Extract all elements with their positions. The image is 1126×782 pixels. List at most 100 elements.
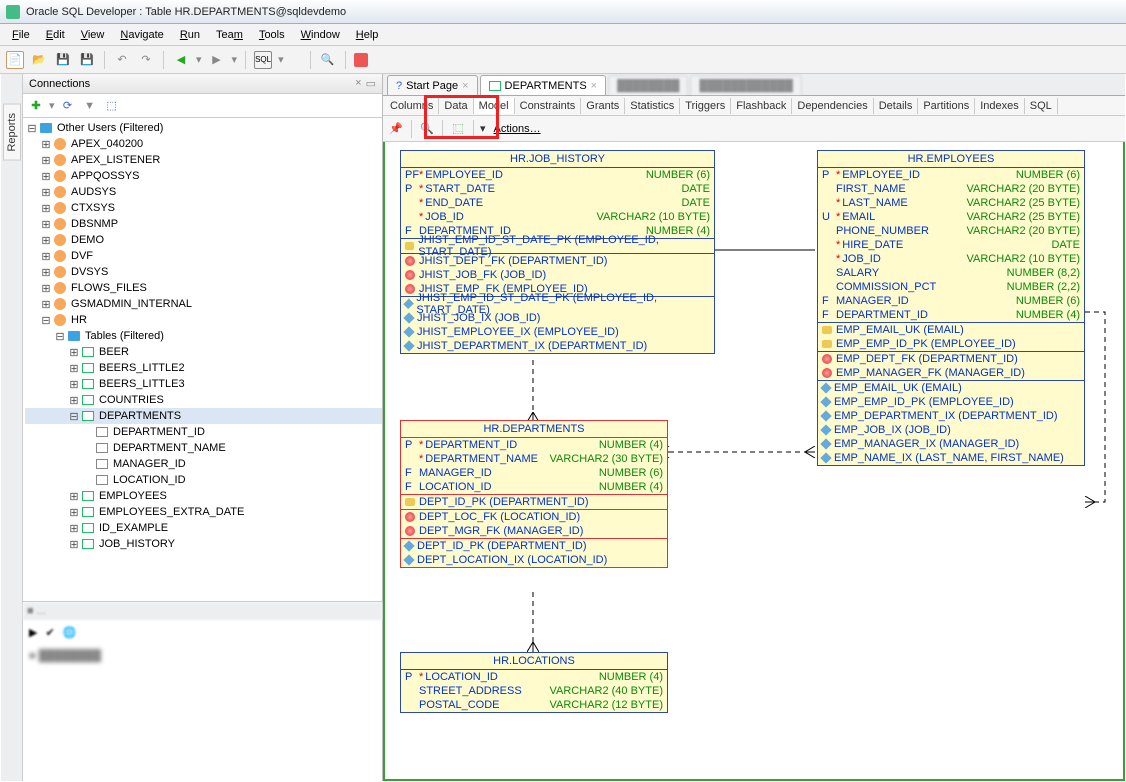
tree-item[interactable]: ⊞BEERS_LITTLE2 <box>25 360 382 376</box>
tree-item[interactable]: ⊟Other Users (Filtered) <box>25 120 382 136</box>
sub-tab-columns[interactable]: Columns <box>385 98 439 114</box>
tree-item[interactable]: ⊞CTXSYS <box>25 200 382 216</box>
tree-item[interactable]: ⊞EMPLOYEES <box>25 488 382 504</box>
sub-tab-flashback[interactable]: Flashback <box>731 98 792 114</box>
redo-icon[interactable]: ↷ <box>137 51 155 69</box>
entity-key: DEPT_ID_PK (DEPARTMENT_ID) <box>401 495 667 509</box>
refresh-icon[interactable]: ⟳ <box>59 97 77 115</box>
folder-icon <box>40 123 52 133</box>
back-icon[interactable]: ◀ <box>172 51 190 69</box>
tree-item[interactable]: ⊞ID_EXAMPLE <box>25 520 382 536</box>
tree-item[interactable]: ⊞APEX_040200 <box>25 136 382 152</box>
save-icon[interactable]: 💾 <box>54 51 72 69</box>
connections-tree[interactable]: ⊟Other Users (Filtered)⊞APEX_040200⊞APEX… <box>23 118 382 601</box>
zoom-icon[interactable]: 🔍 <box>418 120 436 138</box>
forward-icon[interactable]: ▶ <box>208 51 226 69</box>
fk-icon <box>822 354 832 364</box>
tree-item[interactable]: ⊞DBSNMP <box>25 216 382 232</box>
diamond-icon <box>820 438 831 449</box>
close-icon[interactable]: × <box>462 80 468 92</box>
undo-icon[interactable]: ↶ <box>113 51 131 69</box>
filter-icon[interactable]: ▼ <box>81 97 99 115</box>
tree-item[interactable]: DEPARTMENT_NAME <box>25 440 382 456</box>
tree-item[interactable]: ⊞GSMADMIN_INTERNAL <box>25 296 382 312</box>
sub-tab-indexes[interactable]: Indexes <box>975 98 1025 114</box>
table-icon <box>82 507 94 517</box>
tree-item[interactable]: ⊞AUDSYS <box>25 184 382 200</box>
menu-run[interactable]: Run <box>174 27 206 43</box>
tree-item[interactable]: ⊟HR <box>25 312 382 328</box>
fk-icon <box>405 526 415 536</box>
menu-file[interactable]: File <box>6 27 36 43</box>
table-icon <box>82 379 94 389</box>
entity-job-history[interactable]: HR.JOB_HISTORYPF*EMPLOYEE_IDNUMBER (6)P*… <box>400 150 715 354</box>
saveall-icon[interactable]: 💾 <box>78 51 96 69</box>
tree-item[interactable]: ⊞APEX_LISTENER <box>25 152 382 168</box>
menu-window[interactable]: Window <box>295 27 346 43</box>
sub-tab-statistics[interactable]: Statistics <box>625 98 680 114</box>
sub-tab-sql[interactable]: SQL <box>1025 98 1058 114</box>
close-icon[interactable]: × <box>591 80 597 92</box>
entity-locations[interactable]: HR.LOCATIONSP*LOCATION_IDNUMBER (4)STREE… <box>400 652 668 713</box>
stop-icon[interactable] <box>354 53 368 67</box>
tab-start-page[interactable]: ? Start Page × <box>387 75 478 95</box>
tree-item[interactable]: ⊞DEMO <box>25 232 382 248</box>
entity-departments[interactable]: HR.DEPARTMENTSP*DEPARTMENT_IDNUMBER (4)*… <box>400 420 668 568</box>
sub-tab-model[interactable]: Model <box>474 98 515 114</box>
sub-tab-dependencies[interactable]: Dependencies <box>792 98 873 114</box>
find-icon[interactable]: 🔍 <box>319 51 337 69</box>
sub-tab-triggers[interactable]: Triggers <box>680 98 731 114</box>
entity-column: *LAST_NAMEVARCHAR2 (25 BYTE) <box>818 196 1084 210</box>
side-tab-reports[interactable]: Reports <box>3 104 21 161</box>
tab-ghost-1[interactable]: ████████ <box>608 75 688 95</box>
actions-menu[interactable]: Actions… <box>490 123 545 135</box>
sql-icon[interactable]: SQL <box>254 51 272 69</box>
tree-item[interactable]: ⊞BEER <box>25 344 382 360</box>
tree-item[interactable]: ⊞BEERS_LITTLE3 <box>25 376 382 392</box>
tree-item[interactable]: ⊞FLOWS_FILES <box>25 280 382 296</box>
collapse-icon[interactable]: ⬚ <box>103 97 121 115</box>
menu-navigate[interactable]: Navigate <box>114 27 169 43</box>
tree-item[interactable]: ⊞EMPLOYEES_EXTRA_DATE <box>25 504 382 520</box>
column-icon <box>96 459 108 469</box>
panel-minimize-icon[interactable]: × <box>355 77 361 90</box>
sub-tab-constraints[interactable]: Constraints <box>515 98 582 114</box>
new-connection-icon[interactable]: ✚ <box>27 97 45 115</box>
menu-view[interactable]: View <box>75 27 111 43</box>
tab-departments[interactable]: DEPARTMENTS × <box>480 75 607 95</box>
tree-item[interactable]: ⊟Tables (Filtered) <box>25 328 382 344</box>
entity-column: *JOB_IDVARCHAR2 (10 BYTE) <box>818 252 1084 266</box>
entity-column: FMANAGER_IDNUMBER (6) <box>818 294 1084 308</box>
table-icon <box>82 395 94 405</box>
entity-title: HR.LOCATIONS <box>401 653 667 670</box>
sub-tab-data[interactable]: Data <box>439 98 473 114</box>
entity-fk: EMP_MANAGER_FK (MANAGER_ID) <box>818 366 1084 380</box>
tree-item[interactable]: ⊞DVSYS <box>25 264 382 280</box>
menu-tools[interactable]: Tools <box>253 27 291 43</box>
menu-help[interactable]: Help <box>350 27 385 43</box>
er-diagram-canvas[interactable]: HR.JOB_HISTORYPF*EMPLOYEE_IDNUMBER (6)P*… <box>383 142 1125 781</box>
table-icon <box>82 539 94 549</box>
open-icon[interactable]: 📂 <box>30 51 48 69</box>
tree-item[interactable]: ⊞JOB_HISTORY <box>25 536 382 552</box>
tree-item[interactable]: ⊞DVF <box>25 248 382 264</box>
sub-tab-details[interactable]: Details <box>874 98 919 114</box>
panel-dock-icon[interactable]: ▭ <box>366 77 376 90</box>
tab-ghost-2[interactable]: ████████████ <box>690 75 802 95</box>
entity-employees[interactable]: HR.EMPLOYEESP*EMPLOYEE_IDNUMBER (6)FIRST… <box>817 150 1085 466</box>
column-icon <box>96 427 108 437</box>
sub-tab-grants[interactable]: Grants <box>581 98 625 114</box>
menu-team[interactable]: Team <box>210 27 249 43</box>
dropdown-icon[interactable]: ▾ <box>480 122 486 135</box>
menu-edit[interactable]: Edit <box>40 27 71 43</box>
sub-tab-partitions[interactable]: Partitions <box>918 98 975 114</box>
model-icon[interactable]: ⿺ <box>449 120 467 138</box>
tree-item[interactable]: ⊞COUNTRIES <box>25 392 382 408</box>
tree-item[interactable]: MANAGER_ID <box>25 456 382 472</box>
tree-item[interactable]: LOCATION_ID <box>25 472 382 488</box>
tree-item[interactable]: DEPARTMENT_ID <box>25 424 382 440</box>
new-icon[interactable]: 📄 <box>6 51 24 69</box>
tree-item[interactable]: ⊞APPQOSSYS <box>25 168 382 184</box>
tree-item[interactable]: ⊟DEPARTMENTS <box>25 408 382 424</box>
pin-icon[interactable]: 📌 <box>387 120 405 138</box>
